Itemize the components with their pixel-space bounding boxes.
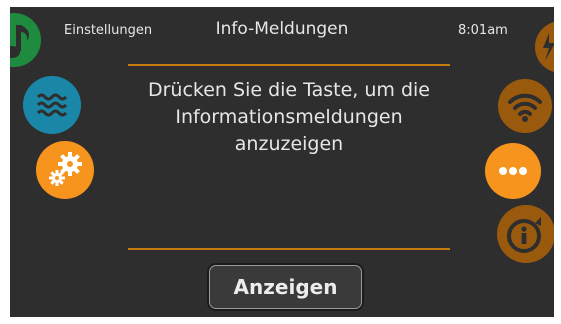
- device-screen: Einstellungen Info-Meldungen 8:01am Drüc…: [10, 7, 554, 317]
- message-line-2: Informationsmeldungen: [175, 106, 403, 128]
- wifi-button[interactable]: [498, 79, 552, 133]
- bottom-divider: [128, 248, 450, 250]
- show-button[interactable]: Anzeigen: [209, 265, 362, 309]
- clock: 8:01am: [458, 23, 508, 38]
- message-line-1: Drücken Sie die Taste, um die: [147, 79, 430, 101]
- info-message: Drücken Sie die Taste, um die Informatio…: [118, 77, 460, 158]
- info-button[interactable]: [497, 205, 554, 263]
- info-icon: [507, 217, 541, 253]
- settings-icon: [49, 152, 82, 186]
- message-line-3: anzuzeigen: [234, 133, 344, 155]
- settings-button[interactable]: [36, 141, 94, 199]
- power-icon: [543, 33, 554, 61]
- top-divider: [128, 64, 450, 66]
- power-button[interactable]: [535, 21, 554, 73]
- wifi-icon: [508, 93, 542, 122]
- water-icon: [36, 93, 68, 117]
- more-icon: [499, 167, 527, 175]
- water-button[interactable]: [23, 76, 81, 134]
- more-button[interactable]: [485, 143, 541, 199]
